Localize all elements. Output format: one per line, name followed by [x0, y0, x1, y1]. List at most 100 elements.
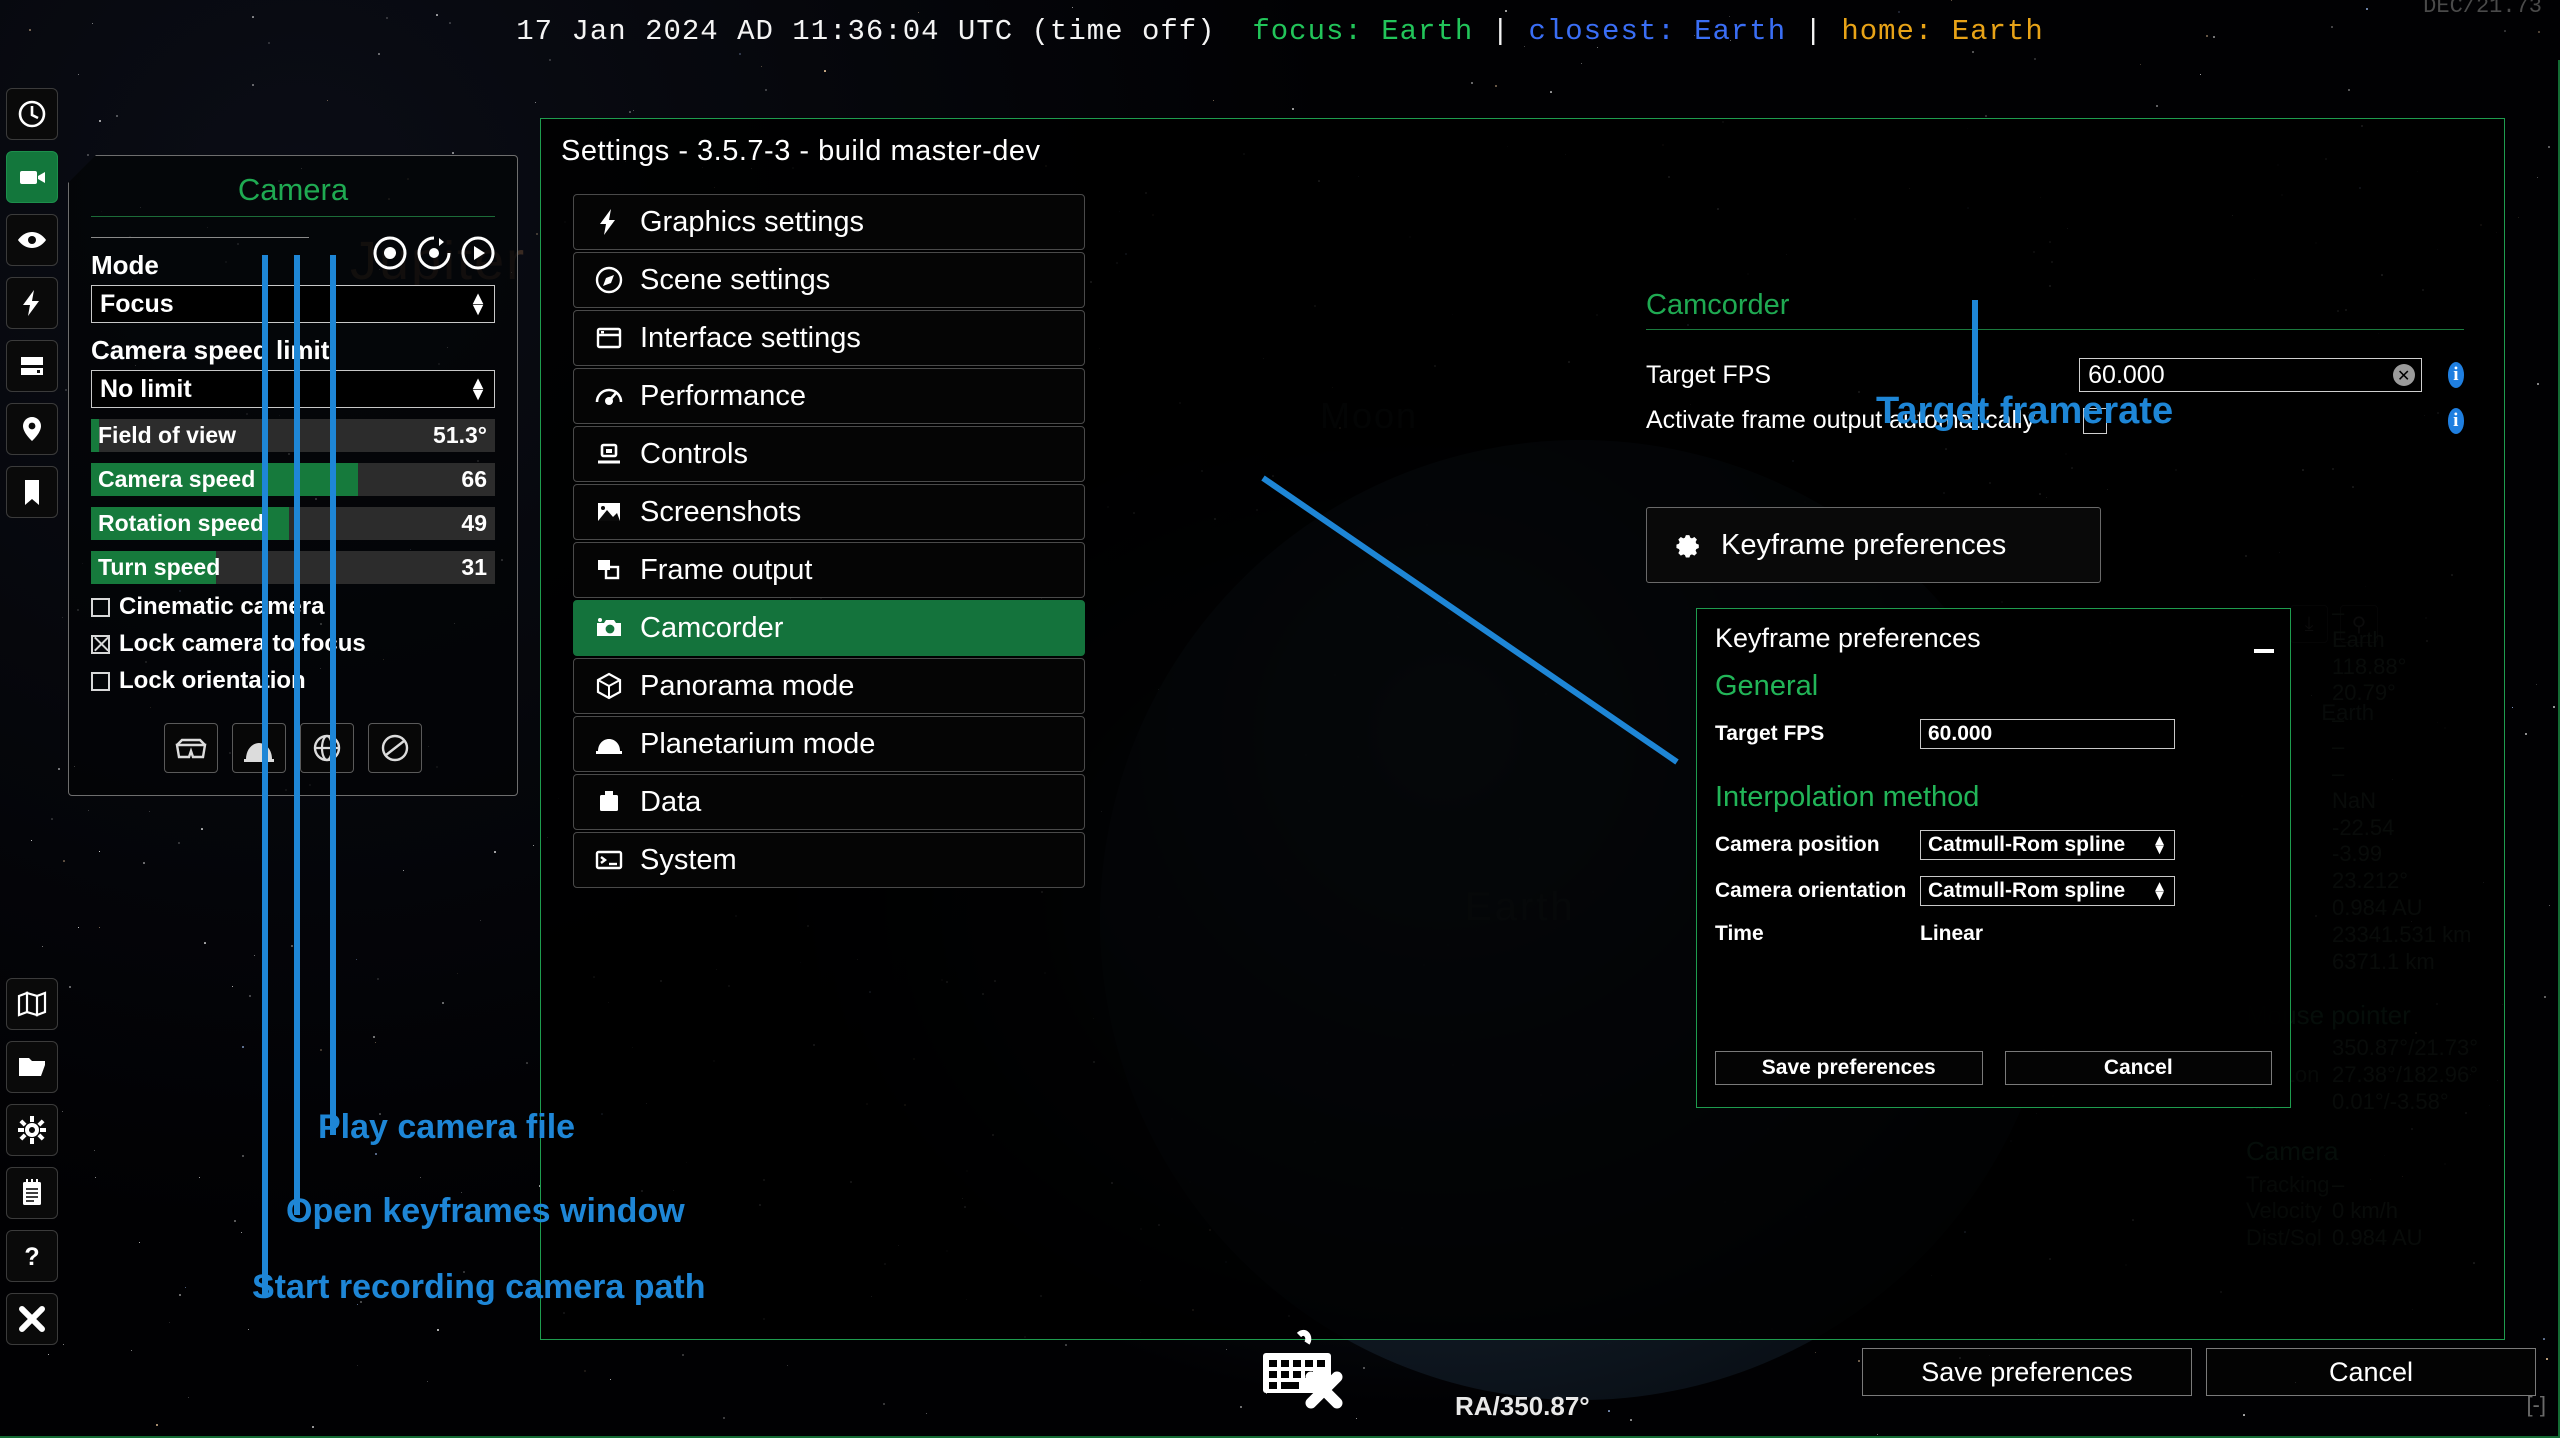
camcorder-icon[interactable]: [6, 151, 58, 203]
focus-label: focus:: [1252, 14, 1382, 48]
slider-rotation-speed[interactable]: Rotation speed 49: [91, 507, 495, 540]
menu-item-planetarium-mode[interactable]: Planetarium mode: [573, 716, 1085, 772]
keyframe-save-preferences-button[interactable]: Save preferences: [1715, 1051, 1983, 1085]
keyframe-preferences-button[interactable]: Keyframe preferences: [1646, 507, 2101, 583]
chevron-updown-icon: ▲ ▼: [469, 373, 487, 404]
target-fps-row: Target FPS 60.000 ✕ i: [1646, 358, 2465, 392]
compass-icon: [594, 265, 624, 295]
gear-icon[interactable]: [6, 1104, 58, 1156]
checkbox-lock-orientation[interactable]: Lock orientation: [91, 667, 495, 695]
camera-panel-divider-2: [91, 237, 309, 238]
server-icon[interactable]: [6, 340, 58, 392]
bookmark-icon[interactable]: [6, 466, 58, 518]
annotation-line-keyframe: [1255, 470, 1685, 770]
eye-icon[interactable]: [6, 214, 58, 266]
bolt-icon: [594, 207, 624, 237]
save-preferences-button[interactable]: Save preferences: [1862, 1348, 2192, 1396]
camera-sliders: Field of view 51.3° Camera speed 66 Rota…: [91, 419, 495, 584]
clock-icon[interactable]: [6, 88, 58, 140]
bolt-icon[interactable]: [6, 277, 58, 329]
home-value: Earth: [1951, 14, 2044, 48]
window-icon: [594, 323, 624, 353]
settings-window-title: Settings - 3.5.7-3 - build master-dev: [561, 135, 1041, 167]
keyboard-off-icon[interactable]: [1255, 1329, 1351, 1420]
terminal-icon: [594, 845, 624, 875]
planetarium-icon[interactable]: [232, 723, 286, 773]
camera-position-label: Camera position: [1715, 833, 1880, 856]
checkbox-lock-camera-to-focus[interactable]: Lock camera to focus: [91, 630, 495, 658]
chevron-updown-icon: ▲ ▼: [2152, 878, 2167, 904]
clear-icon[interactable]: ✕: [2392, 364, 2415, 386]
settings-menu-list: Graphics settings Scene settings Interfa…: [573, 194, 1085, 890]
menu-item-performance[interactable]: Performance: [573, 368, 1085, 424]
menu-item-controls[interactable]: Controls: [573, 426, 1085, 482]
camera-orientation-select[interactable]: Catmull-Rom spline ▲ ▼: [1920, 876, 2175, 906]
menu-item-frame-output[interactable]: Frame output: [573, 542, 1085, 598]
dome-icon: [594, 729, 624, 759]
slider-value: 51.3°: [433, 422, 487, 448]
slider-turn-speed[interactable]: Turn speed 31: [91, 551, 495, 584]
keyframe-target-fps-row: Target FPS 60.000: [1697, 719, 2290, 749]
menu-item-panorama-mode[interactable]: Panorama mode: [573, 658, 1085, 714]
keyframe-dialog-title: Keyframe preferences: [1715, 623, 1981, 653]
cancel-button[interactable]: Cancel: [2206, 1348, 2536, 1396]
keyframe-cancel-button[interactable]: Cancel: [2004, 1051, 2272, 1085]
keyframe-dialog-buttons: Save preferences Cancel: [1715, 1051, 2272, 1085]
camera-orientation-value: Catmull-Rom spline: [1928, 879, 2126, 902]
camera-speed-limit-select[interactable]: No limit ▲ ▼: [91, 370, 495, 408]
info-icon[interactable]: i: [2447, 362, 2465, 388]
menu-item-label: Data: [640, 785, 702, 818]
database-icon: [594, 787, 624, 817]
slider-value: 49: [461, 510, 487, 536]
target-fps-label: Target FPS: [1646, 360, 1772, 389]
camera-panel-title: Camera: [237, 172, 349, 207]
keyframe-target-fps-input[interactable]: 60.000: [1920, 719, 2175, 749]
menu-item-graphics-settings[interactable]: Graphics settings: [573, 194, 1085, 250]
checkbox-box: [91, 671, 110, 691]
menu-item-scene-settings[interactable]: Scene settings: [573, 252, 1085, 308]
closest-label: closest:: [1528, 14, 1695, 48]
close-icon[interactable]: [6, 1293, 58, 1345]
folder-icon[interactable]: [6, 1041, 58, 1093]
slider-camera-speed[interactable]: Camera speed 66: [91, 463, 495, 496]
keyframe-general-header: General: [1715, 670, 1819, 702]
target-fps-input[interactable]: 60.000 ✕: [2079, 358, 2422, 392]
menu-item-camcorder[interactable]: Camcorder: [573, 600, 1085, 656]
annotation-line-play: [330, 255, 336, 1135]
location-pin-icon[interactable]: [6, 403, 58, 455]
svg-text:?: ?: [24, 1243, 39, 1271]
camera-position-select[interactable]: Catmull-Rom spline ▲ ▼: [1920, 830, 2175, 860]
time-value: Linear: [1920, 922, 1984, 945]
keyframe-interp-header: Interpolation method: [1715, 781, 1980, 813]
menu-item-data[interactable]: Data: [573, 774, 1085, 830]
orthosphere-icon[interactable]: [368, 723, 422, 773]
menu-item-label: Interface settings: [640, 321, 861, 354]
info-icon[interactable]: i: [2447, 407, 2464, 434]
slider-label: Camera speed: [98, 466, 256, 492]
camera-mode-value: Focus: [100, 289, 174, 318]
notepad-icon[interactable]: [6, 1167, 58, 1219]
keyframes-icon[interactable]: [417, 236, 451, 270]
checkbox-label: Lock camera to focus: [119, 630, 366, 657]
stereoscopic-icon[interactable]: [164, 723, 218, 773]
slider-field-of-view[interactable]: Field of view 51.3°: [91, 419, 495, 452]
menu-item-interface-settings[interactable]: Interface settings: [573, 310, 1085, 366]
camera-speed-limit-label: Camera speed limit: [91, 335, 330, 365]
annotation-target-framerate: Target framerate: [1876, 390, 2174, 432]
camcorder-section-title: Camcorder: [1646, 289, 1790, 321]
menu-item-label: Planetarium mode: [640, 727, 876, 760]
menu-item-system[interactable]: System: [573, 832, 1085, 888]
minimize-icon[interactable]: [2254, 649, 2274, 653]
slider-value: 31: [461, 554, 487, 580]
camera-mode-select[interactable]: Focus ▲ ▼: [91, 285, 495, 323]
record-icon[interactable]: [373, 236, 407, 270]
home-label: home:: [1841, 14, 1952, 48]
checkbox-cinematic-camera[interactable]: Cinematic camera: [91, 593, 495, 621]
camera-icon: [594, 613, 624, 643]
panorama-icon[interactable]: [300, 723, 354, 773]
map-icon[interactable]: [6, 978, 58, 1030]
play-icon[interactable]: [461, 236, 495, 270]
top-status-bar: 17 Jan 2024 AD 11:36:04 UTC (time off) f…: [0, 0, 2560, 62]
menu-item-screenshots[interactable]: Screenshots: [573, 484, 1085, 540]
help-icon[interactable]: ?: [6, 1230, 58, 1282]
